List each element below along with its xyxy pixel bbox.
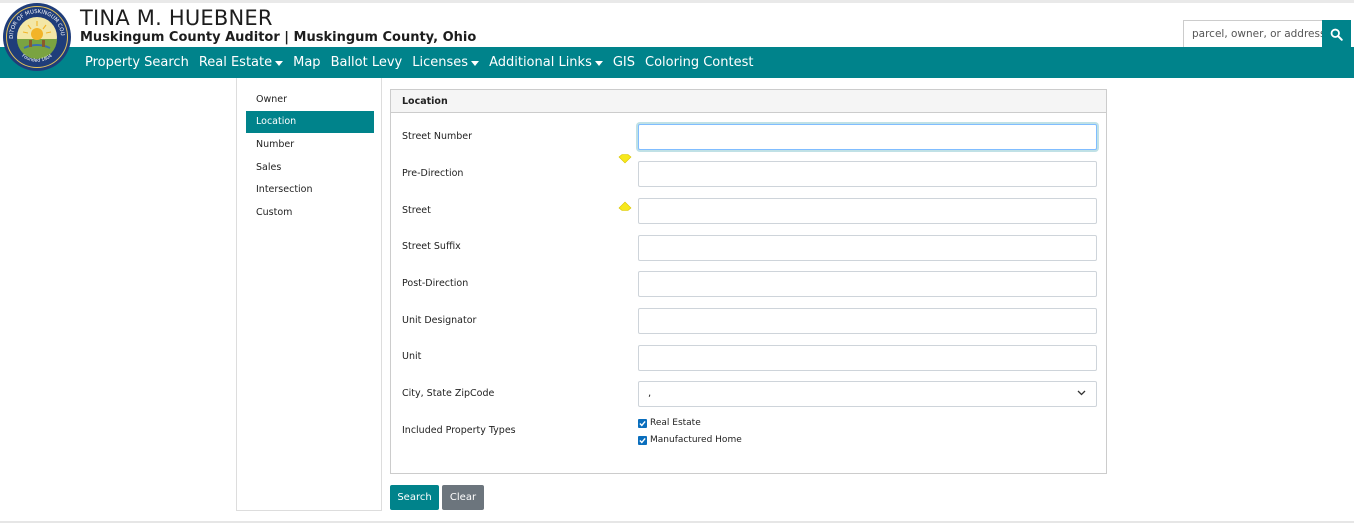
nav-licenses[interactable]: Licenses xyxy=(412,55,480,70)
nav-label: Additional Links xyxy=(489,55,592,70)
search-type-sidebar: Owner Location Number Sales Intersection… xyxy=(236,78,382,511)
sidebar-item-custom[interactable]: Custom xyxy=(246,202,374,224)
pre-direction-label: Pre-Direction xyxy=(402,168,464,179)
sidebar-item-location[interactable]: Location xyxy=(246,111,374,133)
unit-designator-label: Unit Designator xyxy=(402,315,477,326)
location-search-panel: Location Street Number Pre-Direction Str… xyxy=(390,89,1107,474)
panel-heading: Location xyxy=(391,90,1106,113)
street-suffix-label: Street Suffix xyxy=(402,241,461,252)
caret-down-icon xyxy=(275,60,284,66)
sidebar-item-number[interactable]: Number xyxy=(246,134,374,156)
county-seal-logo: AUDITOR OF MUSKINGUM COUNTY Founded 1804 xyxy=(2,1,71,71)
checkmark-icon xyxy=(639,437,646,443)
search-button[interactable]: Search xyxy=(390,485,439,510)
nav-ballot-levy[interactable]: Ballot Levy xyxy=(331,55,403,70)
checkmark-icon xyxy=(639,420,646,426)
caret-down-icon xyxy=(471,60,480,66)
nav-additional-links[interactable]: Additional Links xyxy=(489,55,603,70)
nav-gis[interactable]: GIS xyxy=(613,55,635,70)
manufactured-home-checkbox[interactable] xyxy=(638,435,647,445)
city-state-zip-label: City, State ZipCode xyxy=(402,388,495,399)
real-estate-option-label: Real Estate xyxy=(650,418,701,428)
street-number-label: Street Number xyxy=(402,131,473,142)
manufactured-home-option-label: Manufactured Home xyxy=(650,435,742,445)
unit-label: Unit xyxy=(402,351,422,362)
nav-label: GIS xyxy=(612,55,636,70)
street-label: Street xyxy=(402,205,431,216)
global-search-input[interactable] xyxy=(1183,20,1322,48)
search-icon xyxy=(1330,28,1343,41)
post-direction-label: Post-Direction xyxy=(402,278,469,289)
pre-direction-input[interactable] xyxy=(638,161,1097,187)
site-title: TINA M. HUEBNER xyxy=(80,6,273,30)
nav-coloring-contest[interactable]: Coloring Contest xyxy=(645,55,753,70)
real-estate-option: Real Estate xyxy=(638,418,701,428)
nav-property-search[interactable]: Property Search xyxy=(85,55,189,70)
nav-map[interactable]: Map xyxy=(293,55,320,70)
clear-button[interactable]: Clear xyxy=(442,485,484,510)
city-state-zip-value: , xyxy=(648,388,652,399)
property-types-label: Included Property Types xyxy=(402,425,516,436)
nav-real-estate[interactable]: Real Estate xyxy=(198,55,284,70)
nav-label: Coloring Contest xyxy=(645,55,754,70)
nav-label: Licenses xyxy=(412,55,469,70)
unit-input[interactable] xyxy=(638,345,1097,371)
main-navbar: Property Search Real Estate Map Ballot L… xyxy=(0,47,1354,78)
street-input[interactable] xyxy=(638,198,1097,224)
site-subtitle: Muskingum County Auditor | Muskingum Cou… xyxy=(80,30,477,45)
hint-marker-icon xyxy=(618,201,632,211)
global-search xyxy=(1183,20,1351,48)
post-direction-input[interactable] xyxy=(638,271,1097,297)
street-suffix-input[interactable] xyxy=(638,235,1097,261)
real-estate-checkbox[interactable] xyxy=(638,418,647,428)
nav-label: Ballot Levy xyxy=(330,55,403,70)
manufactured-home-option: Manufactured Home xyxy=(638,435,742,445)
sidebar-item-owner[interactable]: Owner xyxy=(246,89,374,111)
nav-menu: Property Search Real Estate Map Ballot L… xyxy=(85,47,763,78)
sidebar-item-intersection[interactable]: Intersection xyxy=(246,179,374,201)
hint-marker-icon xyxy=(618,154,632,164)
nav-label: Real Estate xyxy=(198,55,273,70)
global-search-button[interactable] xyxy=(1322,20,1351,48)
city-state-zip-select[interactable]: , xyxy=(638,381,1097,407)
sidebar-item-sales[interactable]: Sales xyxy=(246,157,374,179)
street-number-input[interactable] xyxy=(638,124,1097,150)
unit-designator-input[interactable] xyxy=(638,308,1097,334)
chevron-down-icon xyxy=(1077,390,1086,396)
caret-down-icon xyxy=(594,60,603,66)
nav-label: Property Search xyxy=(85,55,189,70)
site-header: TINA M. HUEBNER Muskingum County Auditor… xyxy=(0,3,1354,48)
nav-label: Map xyxy=(293,55,321,70)
